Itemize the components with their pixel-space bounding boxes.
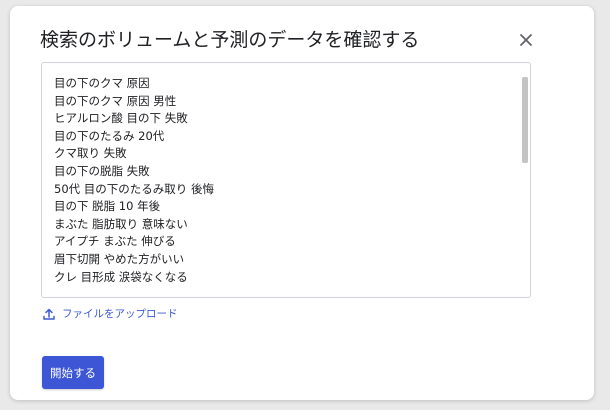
keyword-line: 目の下のクマ 原因 男性 [54,93,177,108]
keyword-line: ヒアルロン酸 目の下 失敗 [54,111,188,126]
keyword-line: クレ 目形成 涙袋なくなる [54,269,188,284]
keyword-line: 目の下 脱脂 10 年後 [54,199,161,214]
scrollbar-thumb[interactable] [522,77,528,163]
keyword-line: 50代 目の下のたるみ取り 後悔 [54,181,214,196]
keyword-lines: 目の下のクマ 原因 目の下のクマ 原因 男性 ヒアルロン酸 目の下 失敗 目の下… [54,75,510,286]
keywords-textarea[interactable]: 目の下のクマ 原因 目の下のクマ 原因 男性 ヒアルロン酸 目の下 失敗 目の下… [41,62,531,298]
keyword-line: 目の下のたるみ 20代 [54,128,165,143]
textarea-scrollbar[interactable] [522,73,528,293]
close-button[interactable] [512,26,540,54]
keyword-line: クマ取り 失敗 [54,146,127,161]
upload-file-link[interactable]: ファイルをアップロード [42,306,178,321]
keyword-line: アイプチ まぶた 伸びる [54,234,176,249]
start-button[interactable]: 開始する [42,356,104,389]
upload-file-label: ファイルをアップロード [62,308,178,320]
keyword-line: 眉下切開 やめた方がいい [54,251,185,266]
close-icon [520,34,532,46]
keyword-line: 目の下の脱脂 失敗 [54,163,150,178]
keyword-line: 目の下のクマ 原因 [54,76,150,90]
dialog-title: 検索のボリュームと予測のデータを確認する [40,29,420,51]
upload-icon [42,307,56,321]
keyword-line: まぶた 脂肪取り 意味ない [54,216,188,231]
keyword-dialog: 検索のボリュームと予測のデータを確認する 目の下のクマ 原因 目の下のクマ 原因… [10,6,594,400]
